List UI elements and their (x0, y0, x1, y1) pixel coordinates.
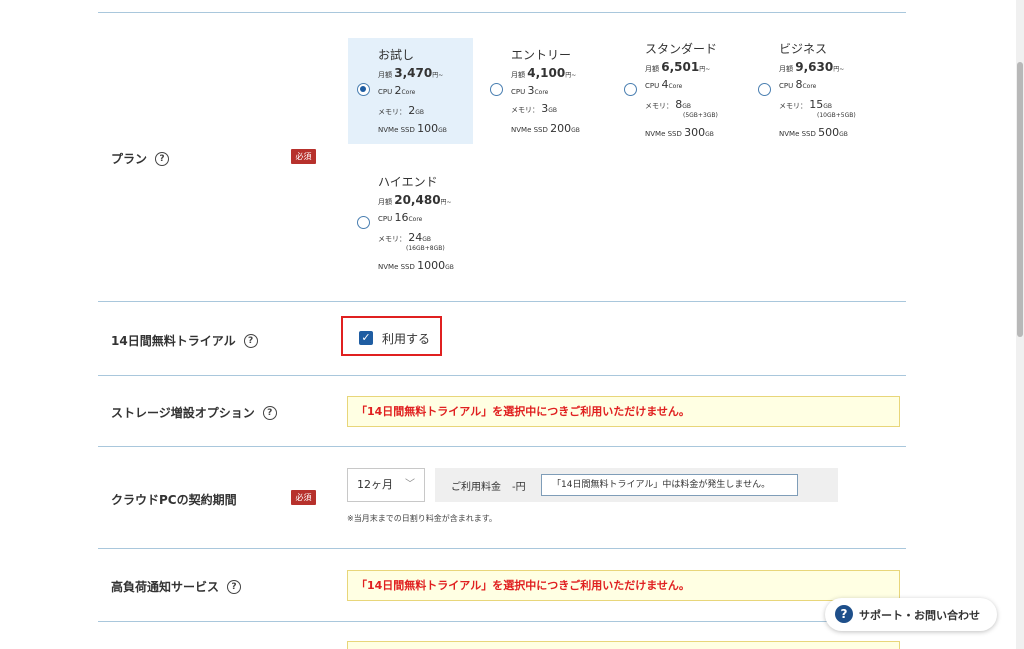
plan-radio[interactable] (357, 83, 370, 96)
plan-radio[interactable] (624, 83, 637, 96)
help-icon[interactable]: ? (262, 405, 277, 420)
support-button[interactable]: ? サポート・お問い合わせ (825, 598, 997, 631)
plan-option-entry[interactable]: エントリー 月額 4,100円~ CPU 3Core メモリ： 3GB NVMe… (481, 38, 606, 144)
plan-label: プラン ? (111, 150, 170, 167)
trial-checkbox-label[interactable]: 利用する (382, 330, 430, 347)
plan-radio[interactable] (490, 83, 503, 96)
storage-option-label: ストレージ増設オプション ? (111, 404, 277, 421)
question-icon: ? (835, 605, 853, 623)
required-badge: 必須 (291, 149, 316, 164)
help-icon[interactable]: ? (243, 333, 258, 348)
storage-unavailable-notice: 「14日間無料トライアル」を選択中につきご利用いただけません。 (347, 396, 900, 427)
plan-option-highend[interactable]: ハイエンド 月額 20,480円~ CPU 16Core メモリ： 24GB (… (348, 165, 473, 272)
fee-note: ※当月末までの日割り料金が含まれます。 (347, 514, 497, 523)
checkbox-checked-icon[interactable]: ✓ (359, 331, 373, 345)
fee-field: 「14日間無料トライアル」中は料金が発生しません。 (541, 474, 798, 496)
load-alert-label: 高負荷通知サービス ? (111, 578, 242, 595)
separator (98, 12, 906, 13)
separator (98, 446, 906, 447)
contract-period-select[interactable]: 12ヶ月 ﹀ (347, 468, 425, 502)
contract-period-label: クラウドPCの契約期間 (111, 493, 237, 507)
trial-checkbox-highlight[interactable]: ✓ 利用する (341, 316, 442, 356)
next-notice-partial (347, 641, 900, 649)
help-icon[interactable]: ? (155, 151, 170, 166)
help-icon[interactable]: ? (227, 579, 242, 594)
plan-option-business[interactable]: ビジネス 月額 9,630円~ CPU 8Core メモリ： 15GB (10G… (749, 32, 874, 139)
fee-label: ご利用料金 (451, 482, 501, 493)
separator (98, 375, 906, 376)
scrollbar-thumb[interactable] (1017, 62, 1023, 337)
required-badge: 必須 (291, 490, 316, 505)
trial-label: 14日間無料トライアル ? (111, 332, 258, 349)
plan-radio[interactable] (357, 216, 370, 229)
separator (98, 301, 906, 302)
plan-radio[interactable] (758, 83, 771, 96)
fee-panel: ご利用料金 -円 「14日間無料トライアル」中は料金が発生しません。 (435, 468, 838, 502)
chevron-down-icon: ﹀ (405, 479, 415, 490)
separator (98, 621, 906, 622)
separator (98, 548, 906, 549)
plan-option-standard[interactable]: スタンダード 月額 6,501円~ CPU 4Core メモリ： 8GB (5G… (615, 32, 740, 139)
plan-option-trial[interactable]: お試し 月額 3,470円~ CPU 2Core メモリ： 2GB NVMe S… (348, 38, 473, 144)
fee-amount: -円 (512, 482, 526, 493)
alert-unavailable-notice: 「14日間無料トライアル」を選択中につきご利用いただけません。 (347, 570, 900, 601)
